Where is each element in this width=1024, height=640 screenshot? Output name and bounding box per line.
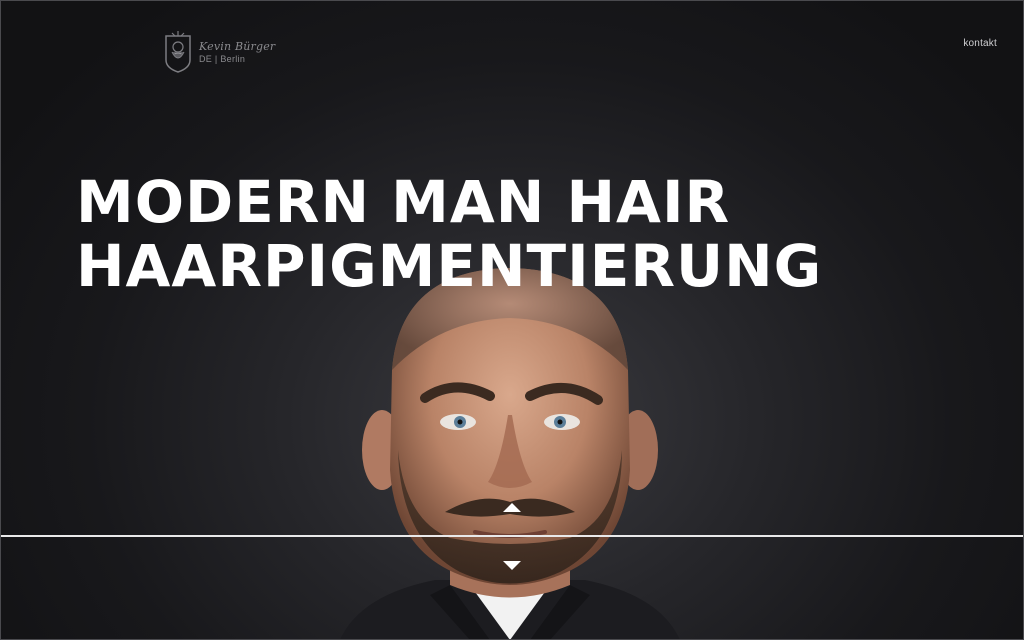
headline-line-1: MODERN MAN HAIR <box>76 168 731 236</box>
headline-line-2: HAARPIGMENTIERUNG <box>76 232 823 300</box>
contact-link[interactable]: kontakt <box>963 38 997 49</box>
arrow-down-icon[interactable] <box>503 561 521 570</box>
site-logo[interactable]: Kevin Bürger DE | Berlin <box>163 30 275 74</box>
logo-text: Kevin Bürger DE | Berlin <box>199 41 275 64</box>
bearded-man-crest-icon <box>165 31 191 73</box>
arrow-up-icon[interactable] <box>503 503 521 512</box>
section-divider <box>0 535 1024 537</box>
hero-page: Kevin Bürger DE | Berlin kontakt MODERN … <box>0 0 1024 640</box>
logo-name: Kevin Bürger <box>199 39 276 53</box>
bald-man-portrait <box>340 268 680 640</box>
hero-headline: MODERN MAN HAIR HAARPIGMENTIERUNG <box>76 170 822 298</box>
logo-location: DE | Berlin <box>199 53 246 64</box>
